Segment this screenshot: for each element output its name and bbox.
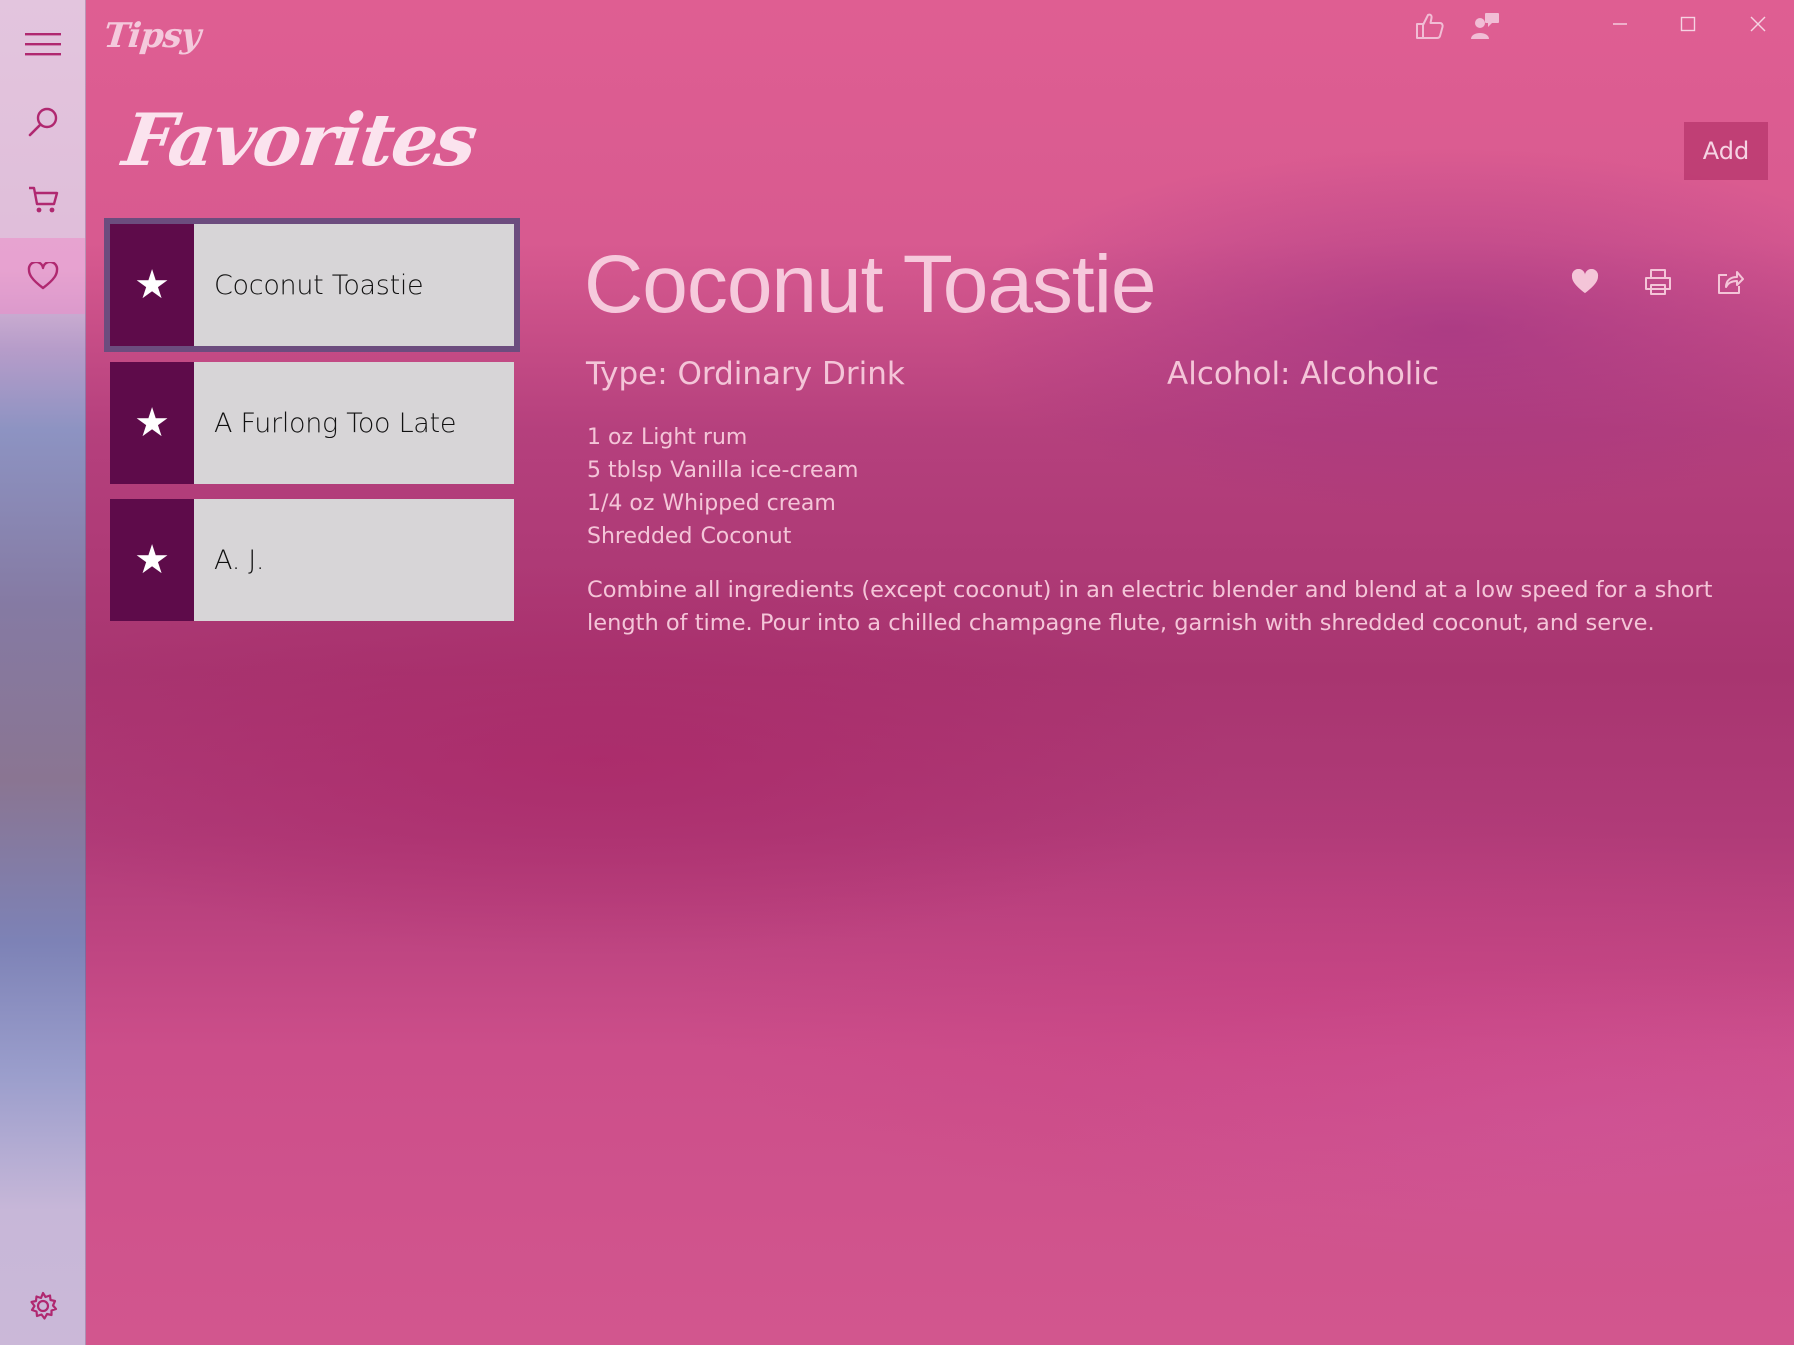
drink-alcohol: Alcohol: Alcoholic: [1167, 356, 1440, 392]
ingredient-item: 1 oz Light rum: [587, 421, 859, 454]
list-item[interactable]: ★ Coconut Toastie: [104, 218, 520, 352]
feedback-person-icon: [1471, 13, 1499, 39]
minimize-button[interactable]: [1586, 0, 1654, 48]
nav-rail: [0, 0, 86, 1345]
hamburger-icon: [24, 33, 61, 56]
share-button[interactable]: [1705, 262, 1755, 302]
star-icon: ★: [110, 499, 194, 621]
heart-icon: [27, 262, 58, 290]
print-button[interactable]: [1633, 262, 1683, 302]
list-item[interactable]: ★ A. J.: [110, 499, 514, 621]
minimize-icon: [1613, 23, 1627, 25]
unfavorite-button[interactable]: [1560, 262, 1610, 302]
nav-cart-button[interactable]: [0, 162, 85, 238]
cart-icon: [28, 186, 58, 213]
ingredient-measure: 1/4 oz: [587, 491, 655, 516]
ingredient-name: Light rum: [641, 425, 748, 450]
feedback-hub-button[interactable]: [1464, 8, 1508, 44]
list-item-label: Coconut Toastie: [194, 224, 514, 346]
thumbs-up-icon: [1416, 13, 1444, 39]
nav-menu-button[interactable]: [0, 6, 85, 82]
add-button[interactable]: Add: [1684, 122, 1768, 180]
gear-icon: [29, 1291, 57, 1320]
nav-search-button[interactable]: [0, 84, 85, 160]
star-icon: ★: [110, 224, 194, 346]
page-title: Favorites: [118, 97, 481, 182]
maximize-button[interactable]: [1654, 0, 1722, 48]
heart-filled-icon: [1571, 269, 1599, 294]
drink-instructions: Combine all ingredients (except coconut)…: [587, 577, 1713, 636]
list-item-label: A Furlong Too Late: [194, 362, 514, 484]
nav-settings-button[interactable]: [0, 1268, 85, 1344]
nav-favorites-button[interactable]: [0, 238, 85, 314]
ingredient-name: Coconut: [700, 524, 792, 549]
drink-title: Coconut Toastie: [584, 239, 1157, 330]
search-icon: [28, 107, 57, 137]
ingredient-measure: Shredded: [587, 524, 693, 549]
ingredient-name: Whipped cream: [662, 491, 836, 516]
ingredient-measure: 1 oz: [587, 425, 633, 450]
feedback-like-button[interactable]: [1408, 8, 1452, 44]
ingredient-item: 5 tblsp Vanilla ice-cream: [587, 454, 859, 487]
star-icon: ★: [110, 362, 194, 484]
app-logo: Tipsy: [101, 16, 202, 56]
share-icon: [1718, 271, 1744, 294]
list-item[interactable]: ★ A Furlong Too Late: [110, 362, 514, 484]
app-window: Tipsy Favorites Add ★ Coconut Toastie ★ …: [0, 0, 1794, 1345]
ingredient-list: 1 oz Light rum 5 tblsp Vanilla ice-cream 1…: [587, 421, 859, 553]
ingredient-item: 1/4 oz Whipped cream: [587, 487, 859, 520]
ingredient-measure: 5 tblsp: [587, 458, 663, 483]
ingredient-name: Vanilla ice-cream: [670, 458, 859, 483]
drink-type: Type: Ordinary Drink: [586, 356, 905, 392]
print-icon: [1645, 269, 1671, 295]
maximize-icon: [1680, 16, 1696, 32]
close-button[interactable]: [1724, 0, 1792, 48]
ingredient-item: Shredded Coconut: [587, 520, 859, 553]
close-icon: [1750, 16, 1766, 32]
list-item-label: A. J.: [194, 499, 514, 621]
